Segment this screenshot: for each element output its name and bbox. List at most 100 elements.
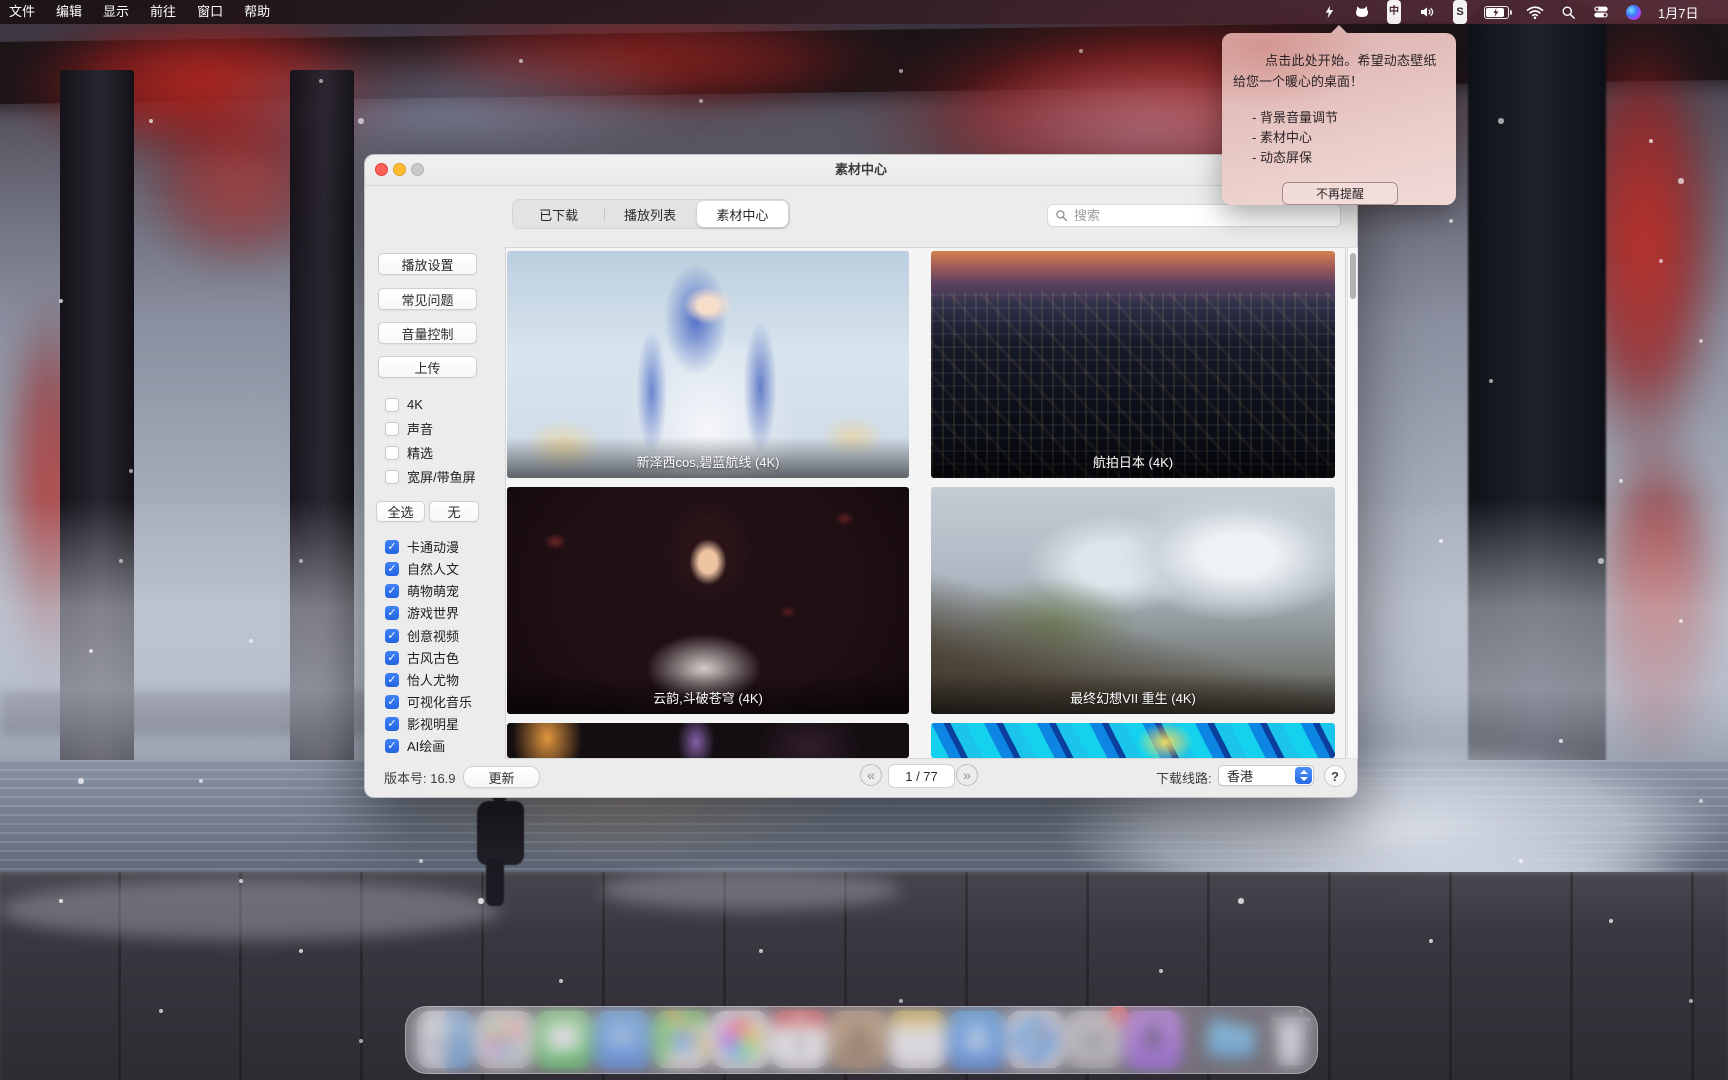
wallpaper-tile-yun-yun[interactable]: 云韵,斗破苍穹 (4K) xyxy=(507,487,909,714)
battery-icon[interactable] xyxy=(1484,0,1509,24)
category-label: 影视明星 xyxy=(407,714,459,733)
dont-remind-button[interactable]: 不再提醒 xyxy=(1282,182,1398,205)
input-source-icon[interactable]: 中 xyxy=(1387,0,1401,24)
select-all-label: 全选 xyxy=(387,502,413,521)
control-center-icon[interactable] xyxy=(1593,0,1609,24)
playback-settings-button[interactable]: 播放设置 xyxy=(378,253,477,275)
select-none-button[interactable]: 无 xyxy=(429,501,479,522)
filter-featured-checkbox[interactable]: 精选 xyxy=(385,445,433,460)
category-label: 可视化音乐 xyxy=(407,692,472,711)
downloader-running-indicator xyxy=(1151,1074,1155,1078)
tab-material-center-label: 素材中心 xyxy=(716,205,768,224)
tab-material-center[interactable]: 素材中心 xyxy=(697,201,788,227)
wallpaper-tile-azur-lane-cos[interactable]: 新泽西cos,碧蓝航线 (4K) xyxy=(507,251,909,478)
prev-page-icon: « xyxy=(867,767,875,783)
download-line-select[interactable]: 香港 xyxy=(1218,765,1314,786)
volume-control-button[interactable]: 音量控制 xyxy=(378,322,477,344)
tab-playlist-label: 播放列表 xyxy=(624,205,676,224)
tab-segmented-control: 已下载 播放列表 素材中心 xyxy=(512,199,790,229)
title-bar[interactable]: 素材中心 xyxy=(365,155,1357,186)
select-all-button[interactable]: 全选 xyxy=(376,501,425,522)
tile-thumbnail xyxy=(931,723,1335,758)
menu-go[interactable]: 前往 xyxy=(150,0,176,24)
category-label: 自然人文 xyxy=(407,559,459,578)
grid-scrollbar-track[interactable] xyxy=(1347,247,1358,759)
checkbox-checked-icon xyxy=(385,717,399,731)
proxy-cat-icon[interactable] xyxy=(1354,0,1370,24)
category-cartoon-anime[interactable]: 卡通动漫 xyxy=(385,539,459,554)
popover-intro-line2: 给您一个暖心的桌面！ xyxy=(1233,71,1448,90)
checkbox-checked-icon xyxy=(385,739,399,753)
volume-icon[interactable] xyxy=(1418,0,1436,24)
filter-widescreen-checkbox[interactable]: 宽屏/带鱼屏 xyxy=(385,469,476,484)
category-game-world[interactable]: 游戏世界 xyxy=(385,605,459,620)
menu-bar: 文件 编辑 显示 前往 窗口 帮助 中 S xyxy=(0,0,1728,24)
category-creative-video[interactable]: 创意视频 xyxy=(385,628,459,643)
checkbox-checked-icon xyxy=(385,629,399,643)
wallpaper-snow-dust xyxy=(600,870,900,910)
window-title: 素材中心 xyxy=(365,155,1357,185)
wifi-icon[interactable] xyxy=(1526,0,1544,24)
search-input[interactable] xyxy=(1072,207,1316,224)
popover-feature-material-center: - 素材中心 xyxy=(1252,127,1448,145)
tab-downloaded[interactable]: 已下载 xyxy=(513,200,604,228)
category-cute-pets[interactable]: 萌物萌宠 xyxy=(385,583,459,598)
checkbox-icon xyxy=(385,470,399,484)
category-visual-music[interactable]: 可视化音乐 xyxy=(385,694,472,709)
category-label: 萌物萌宠 xyxy=(407,581,459,600)
material-center-window: 素材中心 已下载 播放列表 素材中心 播放设置 常见问题 音量控制 上传 4K … xyxy=(364,154,1358,798)
tile-caption: 最终幻想VII 重生 (4K) xyxy=(931,673,1335,714)
wallpaper-snow-dust xyxy=(0,880,500,940)
surge-icon[interactable]: S xyxy=(1453,0,1467,24)
category-ancient-style[interactable]: 古风古色 xyxy=(385,650,459,665)
checkbox-checked-icon xyxy=(385,584,399,598)
faq-button[interactable]: 常见问题 xyxy=(378,288,477,310)
page-indicator[interactable]: 1 / 77 xyxy=(888,764,955,788)
help-button[interactable]: ? xyxy=(1324,765,1346,787)
popover-feature-screensaver: - 动态屏保 xyxy=(1252,147,1448,165)
next-page-button[interactable]: » xyxy=(956,764,978,786)
filter-widescreen-label: 宽屏/带鱼屏 xyxy=(407,467,476,486)
tab-downloaded-label: 已下载 xyxy=(539,205,578,224)
wallpaper-tile-partial-right[interactable] xyxy=(931,723,1335,758)
menu-help[interactable]: 帮助 xyxy=(244,0,270,24)
menu-file[interactable]: 文件 xyxy=(9,0,35,24)
desktop: 文件 编辑 显示 前往 窗口 帮助 中 S xyxy=(0,0,1728,1080)
category-pleasing-beauty[interactable]: 怡人尤物 xyxy=(385,672,459,687)
filter-sound-checkbox[interactable]: 声音 xyxy=(385,421,433,436)
siri-icon[interactable] xyxy=(1626,5,1641,20)
upload-button[interactable]: 上传 xyxy=(378,356,477,378)
category-movie-stars[interactable]: 影视明星 xyxy=(385,716,459,731)
prev-page-button[interactable]: « xyxy=(860,764,882,786)
popover-intro-line1: 点击此处开始。希望动态壁纸 xyxy=(1233,50,1448,69)
volume-control-label: 音量控制 xyxy=(401,324,453,343)
menu-view[interactable]: 显示 xyxy=(103,0,129,24)
category-label: 怡人尤物 xyxy=(407,670,459,689)
checkbox-checked-icon xyxy=(385,651,399,665)
checkbox-checked-icon xyxy=(385,606,399,620)
menu-bar-date[interactable]: 1月7日 xyxy=(1658,3,1698,22)
filter-4k-checkbox[interactable]: 4K xyxy=(385,397,423,412)
wallpaper-app-bolt-icon[interactable] xyxy=(1322,0,1337,24)
filter-4k-label: 4K xyxy=(407,397,423,412)
category-ai-art[interactable]: AI绘画 xyxy=(385,738,445,753)
menu-edit[interactable]: 编辑 xyxy=(56,0,82,24)
tab-playlist[interactable]: 播放列表 xyxy=(604,200,695,228)
update-button[interactable]: 更新 xyxy=(463,766,540,788)
wallpaper-tile-aerial-japan[interactable]: 航拍日本 (4K) xyxy=(931,251,1335,478)
spotlight-search-icon[interactable] xyxy=(1561,0,1576,24)
popover-arrow xyxy=(1330,25,1348,34)
wallpaper-tile-ff7-rebirth[interactable]: 最终幻想VII 重生 (4K) xyxy=(931,487,1335,714)
checkbox-checked-icon xyxy=(385,540,399,554)
download-line-value: 香港 xyxy=(1219,766,1295,785)
search-field[interactable] xyxy=(1047,204,1341,227)
wallpaper-seated-person-legs xyxy=(486,858,504,906)
menu-window[interactable]: 窗口 xyxy=(197,0,223,24)
wallpaper-tile-partial-left[interactable] xyxy=(507,723,909,758)
checkbox-icon xyxy=(385,446,399,460)
tile-caption: 航拍日本 (4K) xyxy=(931,437,1335,478)
page-indicator-value: 1 / 77 xyxy=(905,769,938,784)
category-nature-culture[interactable]: 自然人文 xyxy=(385,561,459,576)
dock xyxy=(405,1006,1318,1074)
grid-scrollbar-thumb[interactable] xyxy=(1350,253,1356,299)
